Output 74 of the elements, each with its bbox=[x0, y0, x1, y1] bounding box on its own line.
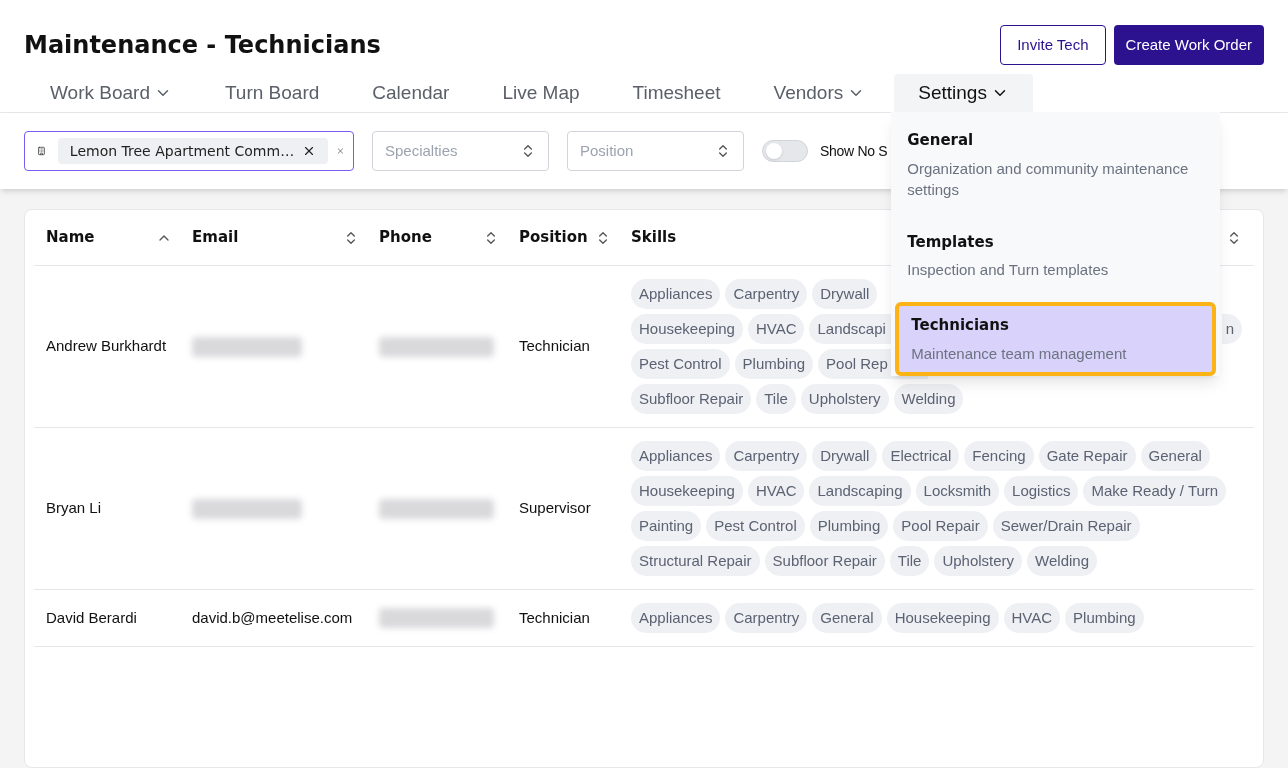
nav-tab[interactable]: Timesheet bbox=[608, 74, 745, 112]
skill-tag: Housekeeping bbox=[631, 314, 743, 344]
column-header: Position bbox=[519, 227, 588, 249]
skill-tag: Tile bbox=[756, 384, 796, 414]
skill-tag: Appliances bbox=[631, 603, 721, 633]
skill-tag: Painting bbox=[631, 511, 702, 541]
email-text: david.b@meetelise.com bbox=[192, 609, 353, 626]
skill-tag: Welding bbox=[893, 384, 964, 414]
position-cell-text: Technician bbox=[518, 336, 591, 357]
skill-tag: Fencing bbox=[964, 441, 1034, 471]
menu-item-title: General bbox=[907, 130, 975, 151]
skill-tag: Structural Repair bbox=[631, 546, 760, 576]
column-header: Email bbox=[192, 227, 239, 249]
column-header: Phone bbox=[379, 227, 432, 249]
skill-tag: Pest Control bbox=[631, 349, 730, 379]
community-select[interactable]: Lemon Tree Apartment Comm… bbox=[24, 131, 354, 171]
skill-tag: Electrical bbox=[882, 441, 960, 471]
skill-tag: Plumbing bbox=[734, 349, 814, 379]
menu-item[interactable]: Technicians Maintenance team management bbox=[895, 302, 1217, 376]
page-title: Maintenance - Technicians bbox=[24, 30, 381, 61]
community-name: Lemon Tree Apartment Comm… bbox=[69, 141, 295, 161]
nav-tab[interactable]: Live Map bbox=[478, 74, 604, 112]
column-header: Name bbox=[46, 227, 95, 249]
skill-tag: Carpentry bbox=[725, 279, 808, 309]
skill-tag: Tile bbox=[889, 546, 930, 576]
skill-tag: HVAC bbox=[747, 476, 805, 506]
skill-tag: Sewer/Drain Repair bbox=[992, 511, 1140, 541]
menu-item-title: Templates bbox=[907, 231, 995, 253]
skill-tag: Upholstery bbox=[934, 546, 1023, 576]
skill-tag: Housekeeping bbox=[886, 603, 999, 633]
skill-tag: HVAC bbox=[747, 314, 805, 344]
skill-tag: Drywall bbox=[812, 441, 878, 471]
skill-tag: Landscaping bbox=[809, 476, 911, 506]
skill-tag: Pest Control bbox=[706, 511, 805, 541]
name-cell-text: Bryan Li bbox=[45, 498, 103, 519]
skill-tag: Drywall bbox=[812, 279, 878, 309]
menu-item[interactable]: Templates Inspection and Turn templates bbox=[895, 217, 1217, 298]
name-cell-text: Andrew Burkhardt bbox=[45, 336, 168, 357]
name-cell-text: David Berardi bbox=[45, 607, 138, 628]
position-cell-text: Technician bbox=[518, 607, 591, 628]
skill-tag: Welding bbox=[1027, 546, 1098, 576]
position-cell-text: Supervisor bbox=[518, 498, 592, 519]
toggle-label: Show No S bbox=[820, 141, 888, 161]
skill-tag: Make Ready / Turn bbox=[1083, 476, 1227, 506]
skill-tag: Pool Repair bbox=[893, 511, 988, 541]
skill-tag: Plumbing bbox=[1065, 603, 1144, 633]
skill-tag: Subfloor Repair bbox=[764, 546, 885, 576]
skill-tag: Carpentry bbox=[725, 441, 808, 471]
nav-tab[interactable]: Turn Board bbox=[200, 74, 344, 112]
skill-tag: Plumbing bbox=[809, 511, 889, 541]
toggle-switch[interactable] bbox=[762, 140, 808, 162]
skill-tag: HVAC bbox=[1003, 603, 1061, 633]
nav-tab[interactable]: Work Board bbox=[26, 74, 196, 112]
menu-item-description: Inspection and Turn templates bbox=[907, 260, 1110, 280]
create-work-order-button[interactable]: Create Work Order bbox=[1113, 25, 1264, 65]
skill-tag: Logistics bbox=[1004, 476, 1079, 506]
skill-tag: Subfloor Repair bbox=[631, 384, 752, 414]
invite-button[interactable]: Invite Tech bbox=[1000, 25, 1106, 65]
menu-item-description: Organization and community maintenance settings bbox=[907, 158, 1190, 200]
skill-tag: Appliances bbox=[631, 279, 721, 309]
skill-tag: Carpentry bbox=[725, 603, 808, 633]
menu-item[interactable]: General Organization and community maintenance settings bbox=[895, 116, 1217, 218]
skill-tag: General bbox=[812, 603, 882, 633]
nav-tab[interactable]: Settings bbox=[894, 74, 1033, 112]
nav-tab[interactable]: Vendors bbox=[749, 74, 890, 112]
skill-tag: Locksmith bbox=[915, 476, 1000, 506]
column-header: Skills bbox=[631, 227, 677, 249]
skill-tag: Appliances bbox=[631, 441, 721, 471]
skill-tag: Upholstery bbox=[800, 384, 889, 414]
skill-tag: Gate Repair bbox=[1038, 441, 1136, 471]
skill-tag: General bbox=[1140, 441, 1210, 471]
skill-tag: Housekeeping bbox=[631, 476, 743, 506]
nav-tab[interactable]: Calendar bbox=[348, 74, 474, 112]
skill-tag: n bbox=[1221, 314, 1242, 344]
